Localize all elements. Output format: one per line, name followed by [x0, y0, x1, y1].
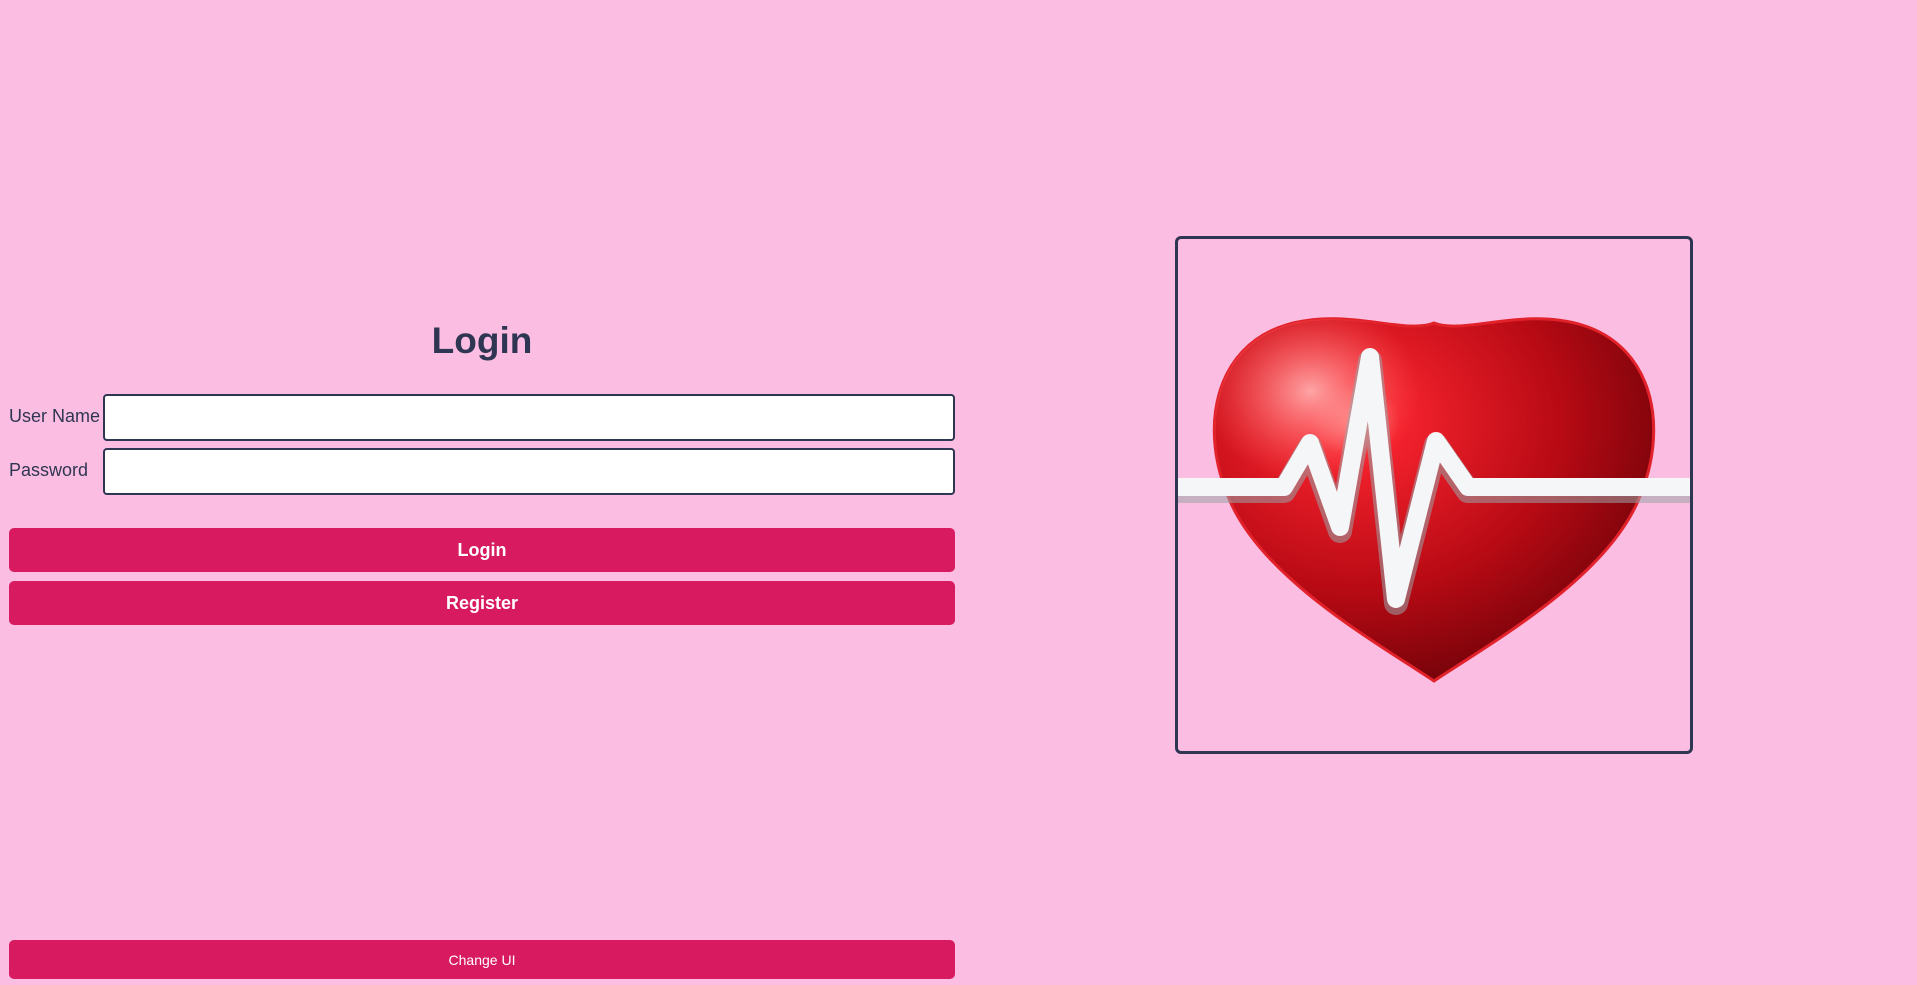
- username-input[interactable]: [103, 394, 955, 441]
- password-row: Password: [9, 448, 955, 495]
- heart-image-frame: [1175, 236, 1693, 754]
- heart-pulse-icon: [1178, 317, 1690, 683]
- password-input[interactable]: [103, 448, 955, 495]
- username-row: User Name: [9, 394, 955, 441]
- login-title: Login: [431, 320, 533, 361]
- password-label: Password: [9, 460, 89, 480]
- login-button[interactable]: Login: [9, 528, 955, 572]
- change-ui-button[interactable]: Change UI: [9, 940, 955, 979]
- register-button[interactable]: Register: [9, 581, 955, 625]
- username-label: User Name: [9, 406, 101, 426]
